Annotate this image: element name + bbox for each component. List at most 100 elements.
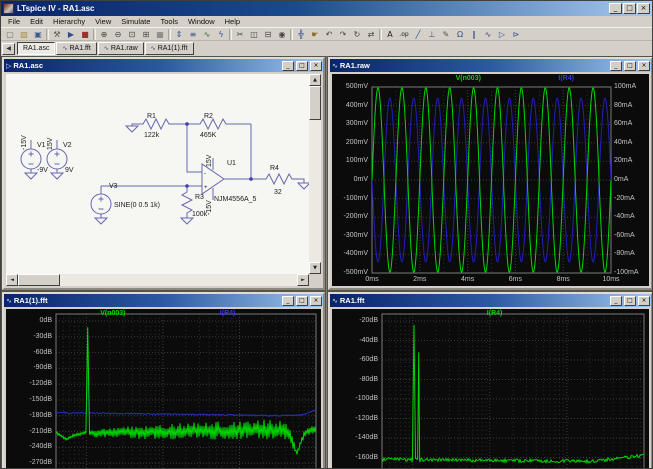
component-icon[interactable]: ⊳ [509, 28, 523, 41]
rotate-icon[interactable]: ↻ [350, 28, 364, 41]
window-fft-current: ∿ RA1.fft _□× -20dB-40dB-60dB-80dB-100dB… [328, 292, 652, 468]
new-schematic-icon[interactable]: ▢ [3, 28, 17, 41]
tick-label: -120dB [6, 380, 52, 388]
close-button[interactable]: × [638, 296, 650, 306]
restore-button[interactable]: □ [296, 296, 308, 306]
zoom-back-icon[interactable]: ⊖ [111, 28, 125, 41]
tab-ra1-raw[interactable]: ∿RA1.raw [98, 42, 144, 55]
zoom-in-icon[interactable]: ⊕ [97, 28, 111, 41]
tab-label: RA1(1).fft [158, 45, 188, 52]
fft-current-window-title: RA1.fft [340, 296, 609, 305]
vertical-scroll-thumb[interactable] [309, 86, 321, 120]
menu-tools[interactable]: Tools [155, 16, 183, 27]
menu-hierarchy[interactable]: Hierarchy [48, 16, 90, 27]
horizontal-scroll-thumb[interactable] [18, 274, 60, 286]
trace-label-i-r4-[interactable]: I(R4) [558, 75, 574, 82]
restore-button[interactable]: □ [623, 3, 636, 14]
close-button[interactable]: × [310, 296, 322, 306]
menu-edit[interactable]: Edit [25, 16, 48, 27]
restore-button[interactable]: □ [624, 296, 636, 306]
control-panel-icon[interactable]: ⚒ [50, 28, 64, 41]
minimize-button[interactable]: _ [609, 3, 622, 14]
tabbar: ◀ RA1.asc∿RA1.fft∿RA1.raw∿RA1(1).fft [1, 41, 652, 56]
spice-directive-icon[interactable]: .op [397, 28, 411, 41]
plot-settings-icon[interactable]: ≡ [186, 28, 200, 41]
ground-icon[interactable]: ⊥ [425, 28, 439, 41]
minimize-button[interactable]: _ [282, 61, 294, 71]
diode-icon[interactable]: ▷ [495, 28, 509, 41]
vertical-scrollbar[interactable]: ▲ ▼ [309, 74, 321, 274]
schematic-canvas[interactable]: V1 -9V -15V V2 9V 15V V3 SINE(0 0.5 1k) … [6, 74, 309, 274]
menu-window[interactable]: Window [183, 16, 220, 27]
close-button[interactable]: × [310, 61, 322, 71]
wire-icon[interactable]: ╱ [411, 28, 425, 41]
paste-icon[interactable]: ⊟ [261, 28, 275, 41]
trace-label-v-n003-[interactable]: V(n003) [456, 75, 481, 82]
trace-label-i-r4-[interactable]: I(R4) [487, 310, 503, 317]
scroll-right-arrow[interactable]: ► [297, 274, 309, 286]
move-icon[interactable]: ╬ [294, 28, 308, 41]
halt-icon[interactable]: ■ [78, 28, 92, 41]
minimize-button[interactable]: _ [610, 61, 622, 71]
fft-voltage-plot[interactable]: 0dB-30dB-60dB-90dB-120dB-150dB-180dB-210… [6, 309, 321, 468]
waveform-titlebar[interactable]: ∿ RA1.raw _□× [330, 59, 651, 72]
titlebar[interactable]: LTspice IV - RA1.asc _□× [1, 1, 652, 16]
fft-voltage-titlebar[interactable]: ∿ RA1(1).fft _□× [4, 294, 323, 307]
fft-current-plot[interactable]: -20dB-40dB-60dB-80dB-100dB-120dB-140dB-1… [332, 309, 649, 468]
minimize-button[interactable]: _ [610, 296, 622, 306]
save-icon[interactable]: ▣ [31, 28, 45, 41]
minimize-button[interactable]: _ [282, 296, 294, 306]
schematic-drawing: V1 -9V -15V V2 9V 15V V3 SINE(0 0.5 1k) … [6, 74, 309, 274]
tab-ra1-1-fft[interactable]: ∿RA1(1).fft [145, 42, 194, 55]
label-net-icon[interactable]: ✎ [439, 28, 453, 41]
tick-label: 100mA [614, 83, 648, 91]
restore-button[interactable]: □ [624, 61, 636, 71]
find-icon[interactable]: ◉ [275, 28, 289, 41]
close-button[interactable]: × [638, 61, 650, 71]
tick-label: 80mA [614, 102, 648, 110]
resistor-icon[interactable]: Ω [453, 28, 467, 41]
mirror-icon[interactable]: ⇄ [364, 28, 378, 41]
scroll-down-arrow[interactable]: ▼ [309, 262, 321, 274]
cut-icon[interactable]: ✂ [233, 28, 247, 41]
text-icon[interactable]: A [383, 28, 397, 41]
waveform-tab-icon: ∿ [104, 45, 109, 52]
copy-icon[interactable]: ◫ [247, 28, 261, 41]
inductor-icon[interactable]: ∿ [481, 28, 495, 41]
trace-label-i-r4-[interactable]: I(R4) [220, 310, 236, 317]
probe-icon[interactable]: ϟ [214, 28, 228, 41]
horizontal-scrollbar[interactable]: ◄ ► [6, 274, 309, 286]
tab-ra1-asc[interactable]: RA1.asc [17, 42, 55, 55]
zoom-fit-icon[interactable]: ⊞ [139, 28, 153, 41]
tick-label: 200mV [332, 139, 368, 147]
v2-net-label: 15V [47, 137, 54, 150]
grid-icon[interactable]: ▦ [153, 28, 167, 41]
menu-help[interactable]: Help [220, 16, 245, 27]
fft-current-titlebar[interactable]: ∿ RA1.fft _□× [330, 294, 651, 307]
scroll-up-arrow[interactable]: ▲ [309, 74, 321, 86]
close-button[interactable]: × [637, 3, 650, 14]
open-file-icon[interactable]: ▨ [17, 28, 31, 41]
undo-icon[interactable]: ↶ [322, 28, 336, 41]
tab-scroll-left-button[interactable]: ◀ [2, 43, 15, 55]
add-trace-icon[interactable]: ∿ [200, 28, 214, 41]
tick-label: 6ms [501, 276, 529, 284]
run-icon[interactable]: ▶ [64, 28, 78, 41]
waveform-plot[interactable]: 500mV100mA400mV80mA300mV60mA200mV40mA100… [332, 74, 649, 286]
drag-icon[interactable]: ☛ [308, 28, 322, 41]
autorange-icon[interactable]: ⇕ [172, 28, 186, 41]
v3-value: SINE(0 0.5 1k) [114, 202, 160, 209]
tick-label: 300mV [332, 120, 368, 128]
tab-ra1-fft[interactable]: ∿RA1.fft [56, 42, 96, 55]
zoom-full-icon[interactable]: ⊡ [125, 28, 139, 41]
menu-view[interactable]: View [90, 16, 116, 27]
scroll-left-arrow[interactable]: ◄ [6, 274, 18, 286]
menu-simulate[interactable]: Simulate [116, 16, 155, 27]
menu-file[interactable]: File [3, 16, 25, 27]
redo-icon[interactable]: ↷ [336, 28, 350, 41]
schematic-titlebar[interactable]: ▷ RA1.asc _□× [4, 59, 323, 72]
restore-button[interactable]: □ [296, 61, 308, 71]
capacitor-icon[interactable]: ∥ [467, 28, 481, 41]
tick-label: 8ms [549, 276, 577, 284]
trace-label-v-n003-[interactable]: V(n003) [100, 310, 125, 317]
